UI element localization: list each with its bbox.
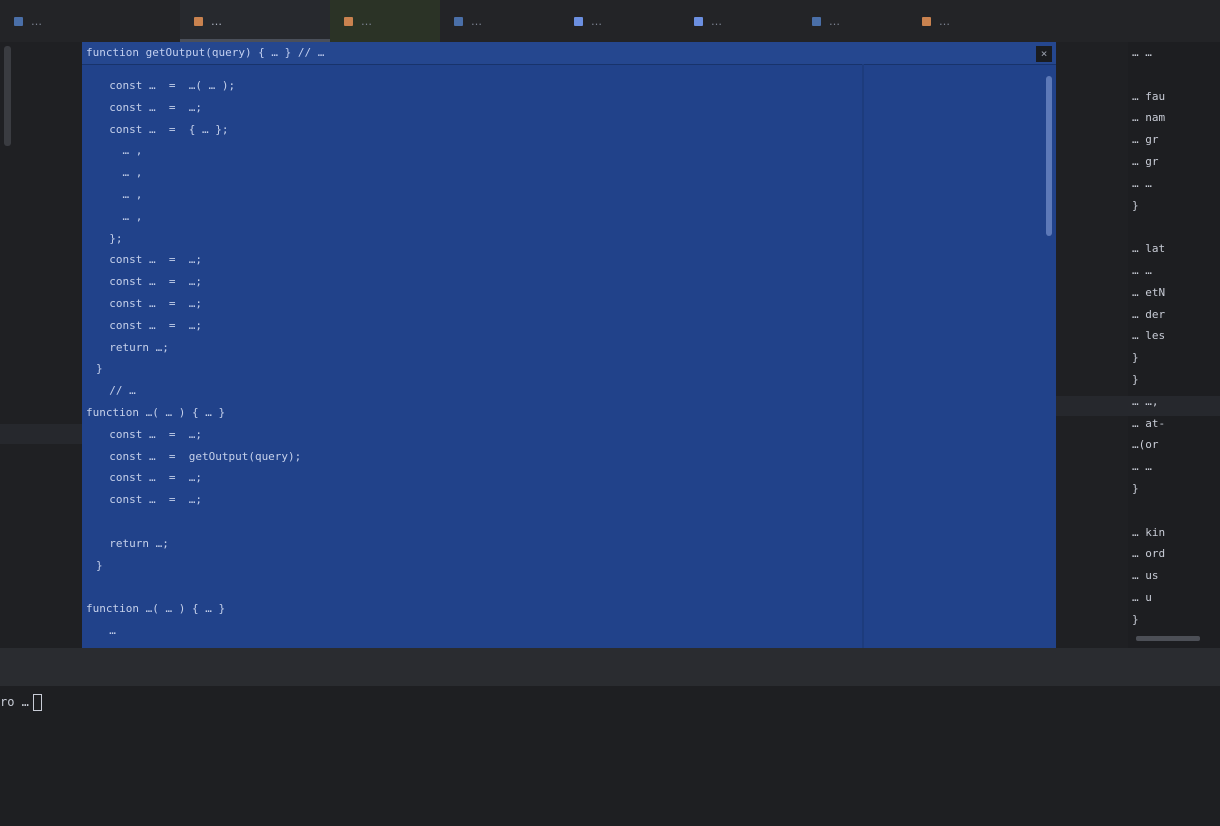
code-line[interactable]: function …( … ) { … } [86, 599, 225, 619]
code-line[interactable]: return …; [96, 534, 169, 554]
tab-label: … [211, 14, 222, 28]
file-icon [574, 16, 583, 26]
code-line[interactable]: const … = …; [96, 316, 202, 336]
panel-separator[interactable] [0, 648, 1220, 686]
right-code-line[interactable]: … …, [1132, 395, 1159, 408]
right-code-line[interactable]: … … [1132, 264, 1152, 277]
code-line[interactable]: const … = …( … ); [96, 76, 235, 96]
tab[interactable]: … [330, 0, 440, 42]
right-code-line[interactable]: … kin [1132, 526, 1165, 539]
code-line[interactable]: const … = …; [96, 98, 202, 118]
right-code-line[interactable]: … fau [1132, 90, 1165, 103]
right-code-line[interactable]: … etN [1132, 286, 1165, 299]
right-code-line[interactable]: … nam [1132, 111, 1165, 124]
code-line[interactable]: … , [96, 163, 142, 183]
editor-header-text: function getOutput(query) { … } // … [86, 46, 325, 59]
right-gutter [1056, 42, 1128, 648]
right-pane[interactable]: … … … fau … nam … gr … gr … …} … lat … … … etN … … [1056, 42, 1220, 648]
code-editor[interactable]: function getOutput(query) { … } // … × c… [82, 42, 1056, 648]
tab[interactable]: … [180, 0, 330, 42]
code-line[interactable]: const … = { … }; [96, 120, 228, 140]
right-code-line[interactable]: … … [1132, 177, 1152, 190]
right-code-line[interactable]: } [1132, 351, 1139, 364]
tab[interactable]: … [440, 0, 560, 42]
terminal-cursor [32, 694, 42, 711]
right-code-line[interactable]: …(or [1132, 438, 1159, 451]
code-line[interactable]: const … = …; [96, 272, 202, 292]
code-line[interactable]: }; [96, 229, 122, 249]
current-line-highlight [0, 424, 82, 444]
code-line[interactable]: // … [96, 381, 136, 401]
terminal-panel[interactable]: ro … [0, 686, 1220, 826]
tab-label: … [711, 14, 722, 28]
right-code-line[interactable]: … us [1132, 569, 1159, 582]
code-line[interactable]: const … = …; [96, 294, 202, 314]
right-code-line[interactable]: … ord [1132, 547, 1165, 560]
right-code[interactable]: … … … fau … nam … gr … gr … …} … lat … … … etN … … [1132, 42, 1220, 648]
right-code-line[interactable]: … … [1132, 46, 1152, 59]
right-code-line[interactable]: … les [1132, 329, 1165, 342]
file-icon [812, 16, 821, 26]
tab-label: … [31, 14, 42, 28]
code-line[interactable]: … [96, 621, 116, 641]
tab[interactable]: … [560, 0, 680, 42]
code-line[interactable]: function …( … ) { … } [86, 403, 225, 423]
tab[interactable]: … [680, 0, 798, 42]
file-icon [694, 16, 703, 26]
right-code-line[interactable]: … lat [1132, 242, 1165, 255]
code-line[interactable]: return …; [96, 338, 169, 358]
tab-label: … [361, 14, 372, 28]
tab[interactable]: … [0, 0, 180, 42]
right-code-line[interactable]: … der [1132, 308, 1165, 321]
file-icon [344, 16, 353, 26]
tab[interactable]: … [798, 0, 908, 42]
code-line[interactable]: … , [96, 207, 142, 227]
code-line[interactable]: const … = …; [96, 490, 202, 510]
right-code-line[interactable]: … gr [1132, 155, 1159, 168]
tab-label: … [471, 14, 482, 28]
left-gutter [0, 42, 82, 648]
code-line[interactable]: const … = …; [96, 425, 202, 445]
split-divider[interactable] [862, 64, 864, 648]
right-code-line[interactable]: } [1132, 373, 1139, 386]
file-icon [454, 16, 463, 26]
tab-label: … [829, 14, 840, 28]
tab[interactable]: … [908, 0, 1120, 42]
right-code-line[interactable]: … … [1132, 460, 1152, 473]
terminal-line: ro … [0, 694, 42, 711]
tab-label: … [591, 14, 602, 28]
right-code-line[interactable]: … at- [1132, 417, 1165, 430]
tab-label: … [939, 14, 950, 28]
code-line[interactable]: … , [96, 141, 142, 161]
code-line[interactable]: … , [96, 185, 142, 205]
code-line[interactable]: } [96, 359, 103, 379]
file-icon [922, 16, 931, 26]
code-line[interactable]: const … = getOutput(query); [96, 447, 301, 467]
tab-bar: … … … … … … … … [0, 0, 1220, 43]
right-code-line[interactable]: … gr [1132, 133, 1159, 146]
code-line[interactable]: const … = …; [96, 468, 202, 488]
file-icon [14, 16, 23, 26]
right-code-line[interactable]: } [1132, 613, 1139, 626]
right-horizontal-scrollbar[interactable] [1136, 636, 1200, 641]
editor-header: function getOutput(query) { … } // … × [82, 42, 1056, 65]
editor-scrollbar[interactable] [1046, 76, 1052, 236]
code-line[interactable]: const … = …; [96, 250, 202, 270]
right-code-line[interactable]: … u [1132, 591, 1152, 604]
right-code-line[interactable]: } [1132, 199, 1139, 212]
file-icon [194, 16, 203, 26]
terminal-prompt: ro … [0, 695, 29, 709]
close-icon[interactable]: × [1036, 46, 1052, 62]
code-line[interactable]: } [96, 556, 103, 576]
left-scrollbar[interactable] [4, 46, 11, 146]
right-code-line[interactable]: } [1132, 482, 1139, 495]
